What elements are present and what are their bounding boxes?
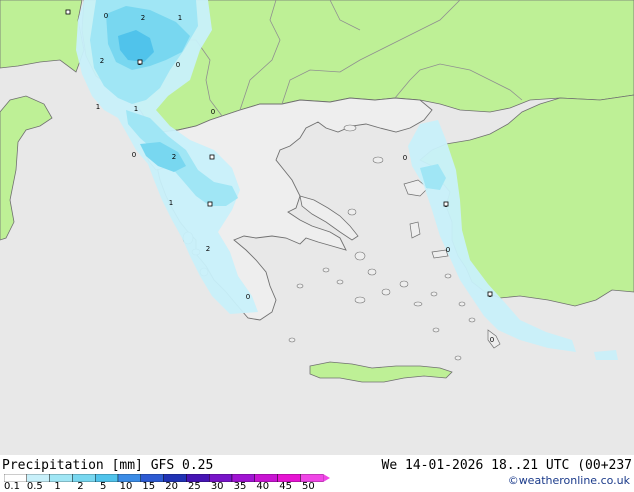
legend-label: 20 bbox=[165, 481, 178, 492]
legend-label: 40 bbox=[256, 481, 270, 492]
value-label: 2 bbox=[206, 245, 210, 253]
legend-label: 10 bbox=[119, 481, 133, 492]
legend-swatch bbox=[49, 474, 73, 482]
legend-label: 2 bbox=[77, 481, 84, 492]
valid-time: We 14-01-2026 18..21 UTC (00+237 bbox=[381, 458, 632, 473]
legend-label: 45 bbox=[279, 481, 292, 492]
value-label: 2 bbox=[141, 14, 145, 22]
legend-label: 35 bbox=[233, 481, 247, 492]
legend-arrow bbox=[323, 474, 330, 482]
value-label: 1 bbox=[134, 105, 138, 113]
precipitation-map: 0 2 1 2 5 0 1 1 0 2 0 1 2 0 0 0 0 0 0 bbox=[0, 0, 634, 455]
value-label: 0 bbox=[246, 293, 250, 301]
land-italy bbox=[0, 0, 85, 73]
legend-swatch bbox=[94, 474, 119, 482]
value-label: 0 bbox=[403, 154, 407, 162]
value-label: 0 bbox=[211, 108, 215, 116]
value-label: 2 bbox=[172, 153, 176, 161]
credit-link[interactable]: ©weatheronline.co.uk bbox=[508, 474, 630, 487]
legend-label: 15 bbox=[142, 481, 156, 492]
value-label: 1 bbox=[96, 103, 100, 111]
value-label: 0 bbox=[490, 336, 494, 344]
value-label: 1 bbox=[178, 14, 182, 22]
station-marker bbox=[443, 201, 449, 207]
legend-label: 25 bbox=[188, 481, 201, 492]
legend-label: 0.1 bbox=[4, 481, 20, 492]
value-label: 0 bbox=[104, 12, 108, 20]
value-label: 2 bbox=[100, 57, 104, 65]
value-label: 0 bbox=[176, 61, 180, 69]
station-marker bbox=[207, 201, 213, 207]
station-marker bbox=[65, 9, 71, 15]
legend-label: 50 bbox=[302, 481, 315, 492]
station-marker bbox=[137, 59, 143, 65]
station-marker bbox=[209, 154, 215, 160]
legend-label: 30 bbox=[210, 481, 224, 492]
station-marker bbox=[487, 291, 493, 297]
footer: Precipitation [mm] GFS 0.25 We 14-01-202… bbox=[0, 455, 634, 492]
legend-label: 1 bbox=[54, 481, 61, 492]
value-label: 0 bbox=[132, 151, 136, 159]
value-label: 0 bbox=[446, 246, 450, 254]
legend-label: 5 bbox=[100, 481, 107, 492]
value-label: 1 bbox=[169, 199, 173, 207]
chart-title: Precipitation [mm] GFS 0.25 bbox=[2, 458, 214, 473]
legend-swatch bbox=[72, 474, 96, 482]
legend-label: 0.5 bbox=[26, 481, 43, 492]
